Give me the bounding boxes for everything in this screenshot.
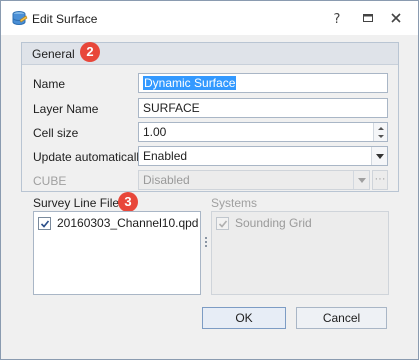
cube-value: Disabled: [143, 173, 190, 187]
survey-file-label: 20160303_Channel10.qpd: [57, 216, 199, 230]
update-automatically-label: Update automatically: [33, 150, 146, 164]
cell-size-value: 1.00: [143, 125, 167, 139]
cube-select[interactable]: Disabled: [138, 170, 370, 190]
window-title: Edit Surface: [32, 12, 98, 26]
general-group-header: General: [22, 43, 398, 65]
chevron-down-icon[interactable]: [371, 147, 387, 165]
step-badge-2: 2: [80, 42, 100, 62]
list-item: Sounding Grid: [216, 214, 376, 232]
cube-ellipsis-button[interactable]: ···: [372, 170, 388, 190]
name-input[interactable]: Dynamic Surface: [138, 73, 388, 93]
systems-list: Sounding Grid: [211, 211, 389, 295]
cell-size-label: Cell size: [33, 126, 79, 140]
edit-surface-dialog: Edit Surface ? General 2 Name Dynamic Su…: [0, 0, 419, 360]
layer-name-label: Layer Name: [33, 102, 99, 116]
svg-text:?: ?: [334, 12, 341, 27]
chevron-down-icon[interactable]: [353, 171, 369, 189]
update-automatically-select[interactable]: Enabled: [138, 146, 388, 166]
cell-size-spinner[interactable]: 1.00: [138, 122, 388, 142]
spin-up-icon[interactable]: [377, 126, 385, 131]
spin-buttons[interactable]: [373, 123, 387, 141]
cancel-button[interactable]: Cancel: [296, 307, 387, 329]
name-input-value: Dynamic Surface: [143, 76, 237, 90]
spin-down-icon[interactable]: [377, 134, 385, 139]
sounding-grid-label: Sounding Grid: [235, 216, 312, 230]
check-icon: [40, 220, 50, 228]
title-bar: Edit Surface ?: [1, 1, 418, 35]
list-item[interactable]: 20160303_Channel10.qpd: [38, 214, 198, 232]
ok-button[interactable]: OK: [202, 307, 286, 329]
maximize-button[interactable]: [359, 9, 377, 27]
panel-splitter-handle[interactable]: [205, 237, 208, 251]
database-surface-icon: [11, 10, 28, 27]
help-button[interactable]: ?: [328, 9, 346, 27]
survey-line-files-list[interactable]: 20160303_Channel10.qpd: [33, 211, 201, 295]
systems-title: Systems: [211, 196, 258, 210]
survey-file-checkbox[interactable]: [38, 217, 51, 230]
survey-line-files-title: Survey Line Files: [33, 196, 126, 210]
name-label: Name: [33, 77, 66, 91]
general-group-title: General: [32, 47, 75, 61]
close-button[interactable]: [387, 9, 405, 27]
layer-name-input[interactable]: SURFACE: [138, 98, 388, 118]
update-automatically-value: Enabled: [143, 149, 188, 163]
step-badge-3: 3: [118, 192, 138, 212]
sounding-grid-checkbox: [216, 217, 229, 230]
cube-label: CUBE: [33, 174, 67, 188]
check-icon: [218, 220, 228, 228]
